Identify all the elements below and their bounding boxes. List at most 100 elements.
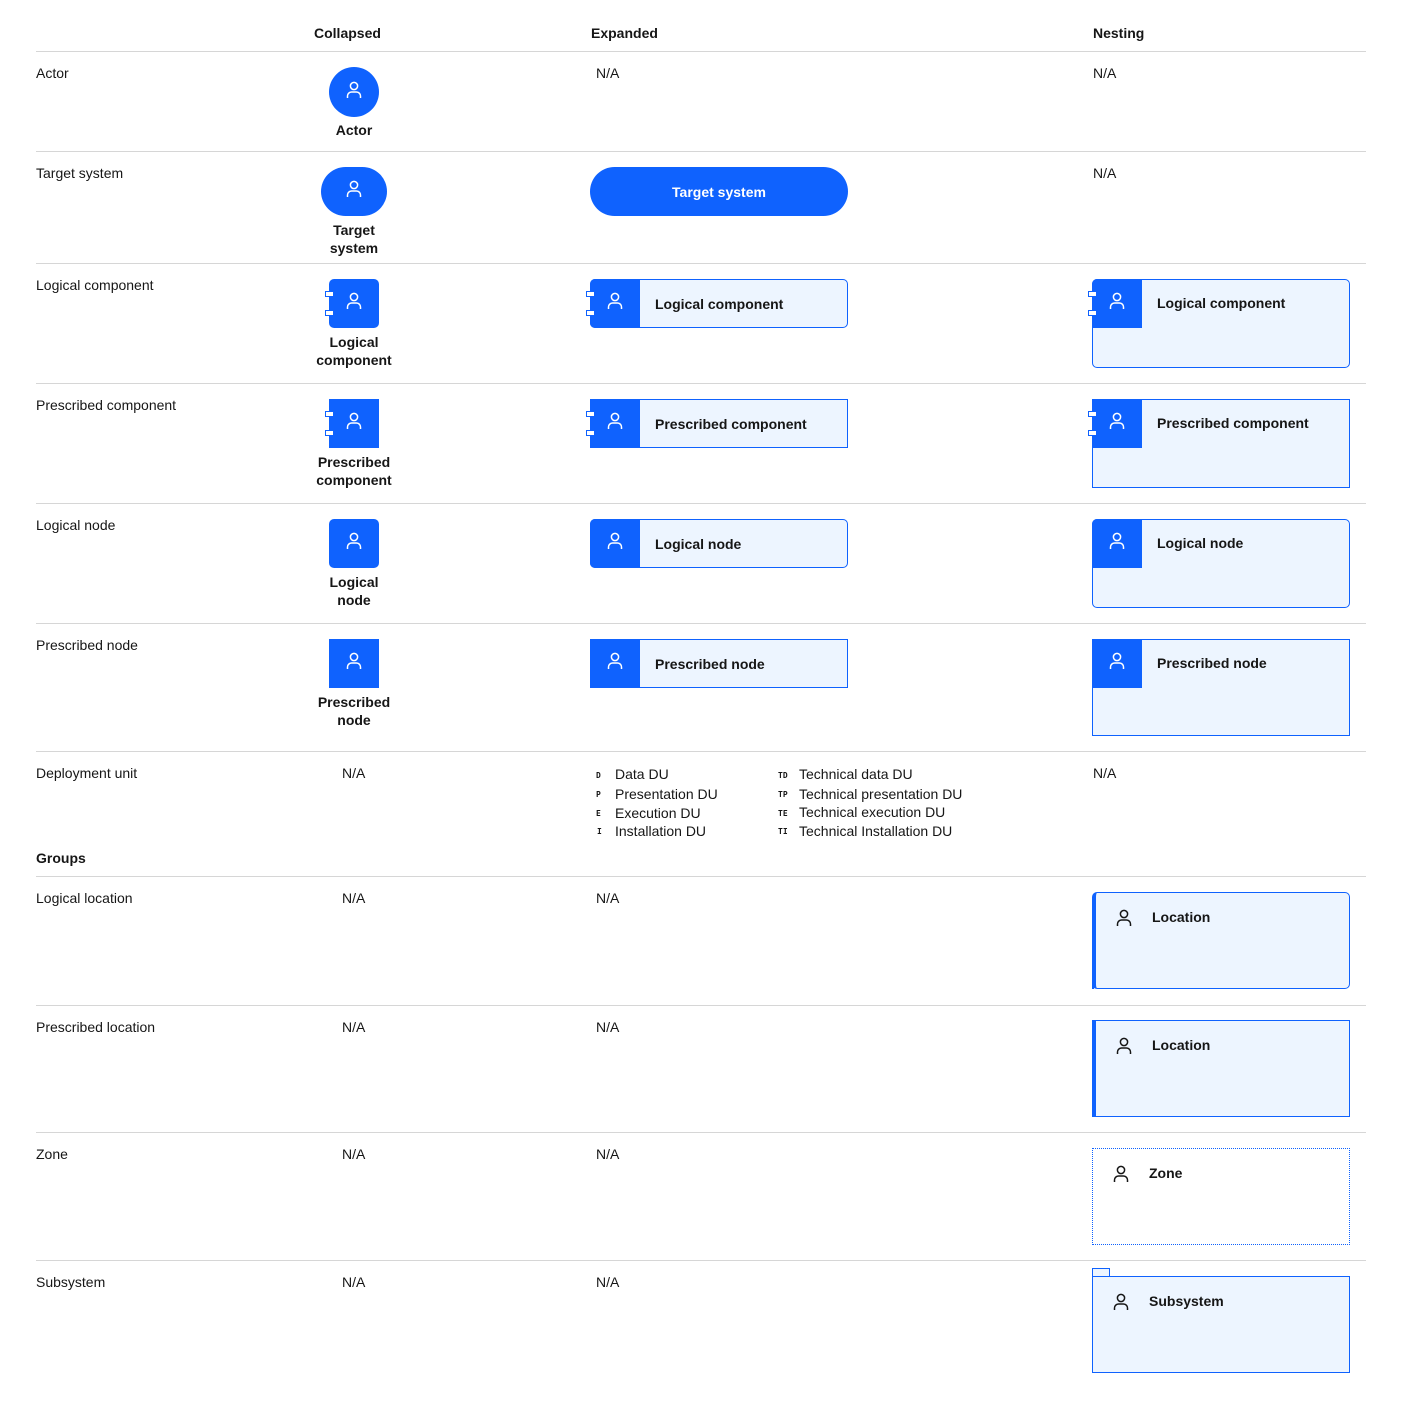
row-label-zone: Zone	[36, 1146, 68, 1162]
nesting-label: Logical component	[1157, 295, 1286, 311]
user-icon	[605, 651, 625, 676]
du-code: TI	[778, 827, 788, 836]
user-icon	[1114, 1035, 1134, 1062]
prescribed-location-group: Location	[1092, 1020, 1350, 1117]
na-text: N/A	[596, 890, 620, 906]
du-name: Installation DU	[615, 823, 707, 839]
column-header-collapsed: Collapsed	[314, 25, 381, 41]
na-text: N/A	[342, 1146, 366, 1162]
expanded-label: Logical node	[655, 536, 742, 552]
user-icon	[344, 179, 364, 204]
component-port	[325, 310, 334, 316]
logical-component-nesting-shape: Logical component	[1092, 279, 1350, 368]
user-icon	[1107, 411, 1127, 436]
prescribed-component-nesting-shape: Prescribed component	[1092, 399, 1350, 488]
du-code: I	[597, 827, 602, 836]
user-icon	[1107, 531, 1127, 556]
group-edge	[1092, 941, 1094, 989]
row-label-actor: Actor	[36, 65, 69, 81]
component-port	[1088, 310, 1097, 316]
caption-line: system	[329, 240, 379, 256]
na-text: N/A	[342, 1274, 366, 1290]
caption-line: Logical	[329, 334, 379, 350]
divider	[36, 263, 1366, 264]
prescribed-node-collapsed-shape	[329, 639, 379, 688]
user-icon	[1114, 907, 1134, 934]
logical-node-caption: Logical node	[294, 573, 414, 609]
prescribed-node-expanded-shape: Prescribed node	[590, 639, 848, 688]
user-icon	[344, 291, 364, 316]
group-label: Location	[1152, 909, 1211, 925]
divider	[36, 876, 1366, 877]
row-label-logical-location: Logical location	[36, 890, 133, 906]
du-name: Technical data DU	[799, 766, 913, 782]
du-code: E	[596, 809, 601, 818]
logical-node-expanded-shape: Logical node	[590, 519, 848, 568]
prescribed-component-expanded-shape: Prescribed component	[590, 399, 848, 448]
na-text: N/A	[342, 765, 366, 781]
user-icon	[605, 411, 625, 436]
na-text: N/A	[342, 1019, 366, 1035]
nesting-label: Prescribed component	[1157, 415, 1309, 431]
du-name: Execution DU	[615, 805, 701, 821]
divider	[36, 51, 1366, 52]
na-text: N/A	[596, 65, 620, 81]
du-code: TE	[778, 809, 788, 818]
group-label: Location	[1152, 1037, 1211, 1053]
expanded-label: Logical component	[655, 296, 784, 312]
component-port	[325, 411, 334, 417]
prescribed-component-caption: Prescribed component	[294, 453, 414, 489]
du-code: P	[596, 790, 601, 799]
element-tab	[1092, 399, 1142, 448]
du-name: Presentation DU	[615, 786, 718, 802]
row-label-deployment-unit: Deployment unit	[36, 765, 138, 781]
nesting-label: Logical node	[1157, 535, 1244, 551]
user-icon	[344, 411, 364, 436]
user-icon	[1111, 1163, 1131, 1190]
component-port	[1088, 411, 1097, 417]
row-label-prescribed-location: Prescribed location	[36, 1019, 156, 1035]
expanded-label: Prescribed node	[655, 656, 765, 672]
caption-line: Prescribed	[317, 694, 391, 710]
user-icon	[1111, 1291, 1131, 1318]
divider	[36, 383, 1366, 384]
divider	[36, 623, 1366, 624]
prescribed-component-collapsed-shape	[329, 399, 379, 448]
component-port	[586, 291, 595, 297]
actor-caption: Actor	[335, 122, 373, 138]
divider	[36, 1260, 1366, 1261]
component-port	[325, 430, 334, 436]
divider	[36, 1005, 1366, 1006]
du-code: D	[596, 771, 601, 780]
zone-group: Zone	[1092, 1148, 1350, 1245]
caption-line: node	[337, 592, 371, 608]
target-system-collapsed-shape	[321, 167, 387, 216]
na-text: N/A	[596, 1019, 620, 1035]
row-label-prescribed-component: Prescribed component	[36, 397, 177, 413]
caption-line: Prescribed	[317, 454, 391, 470]
caption-line: component	[316, 352, 392, 368]
divider	[36, 151, 1366, 152]
element-tab	[590, 399, 640, 448]
du-name: Technical Installation DU	[799, 823, 953, 839]
component-port	[586, 310, 595, 316]
du-name: Technical execution DU	[799, 804, 946, 820]
target-system-expanded-label: Target system	[672, 183, 766, 200]
target-system-caption: Target system	[294, 221, 414, 257]
du-code: TD	[778, 771, 788, 780]
component-port	[586, 411, 595, 417]
na-text: N/A	[596, 1146, 620, 1162]
element-tab	[590, 519, 640, 568]
du-name: Technical presentation DU	[799, 786, 963, 802]
component-port	[1088, 291, 1097, 297]
divider	[36, 503, 1366, 504]
row-label-target-system: Target system	[36, 165, 124, 181]
column-header-nesting: Nesting	[1093, 25, 1145, 41]
user-icon	[605, 291, 625, 316]
element-tab	[1092, 639, 1142, 688]
logical-component-collapsed-shape	[329, 279, 379, 328]
prescribed-node-nesting-shape: Prescribed node	[1092, 639, 1350, 736]
element-tab	[1092, 519, 1142, 568]
row-label-logical-node: Logical node	[36, 517, 116, 533]
du-name: Data DU	[615, 766, 669, 782]
